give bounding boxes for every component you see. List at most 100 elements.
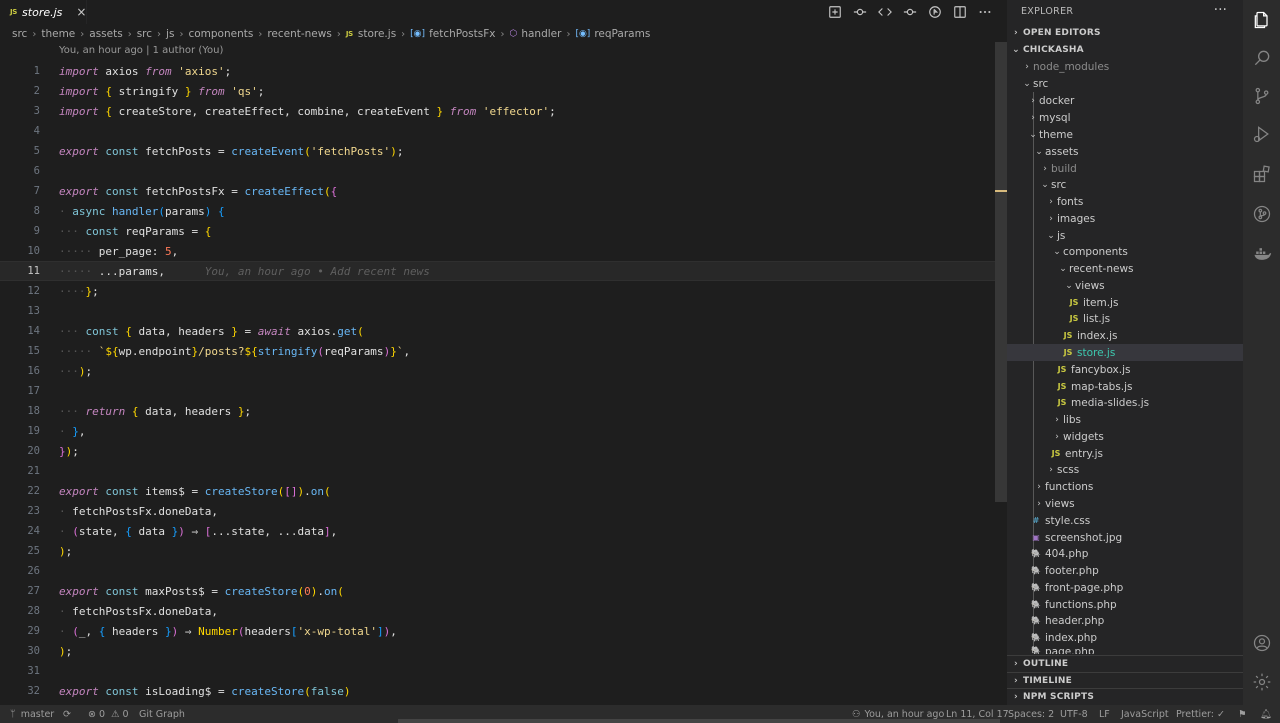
- breadcrumb-item[interactable]: components: [188, 28, 253, 40]
- breadcrumb-item[interactable]: theme: [41, 28, 75, 40]
- tree-folder[interactable]: › views: [1007, 495, 1243, 512]
- tree-file[interactable]: 🐘 front-page.php: [1007, 579, 1243, 596]
- tree-folder[interactable]: › scss: [1007, 461, 1243, 478]
- tree-file[interactable]: 🐘 header.php: [1007, 612, 1243, 629]
- git-graph-icon[interactable]: [1243, 194, 1280, 234]
- branch-status[interactable]: ᛘ master: [10, 705, 54, 723]
- source-control-icon[interactable]: [1243, 76, 1280, 116]
- code-line-current[interactable]: 11 ····· ...params, You, an hour ago • Ad…: [0, 261, 995, 281]
- code-line[interactable]: 18 ··· return { data, headers };: [0, 401, 995, 421]
- tab-store-js[interactable]: JS store.js ×: [0, 0, 87, 24]
- previous-change-icon[interactable]: [851, 4, 868, 20]
- code-line[interactable]: 3 import { createStore, createEffect, com…: [0, 101, 995, 121]
- code-line[interactable]: 17: [0, 381, 995, 401]
- code-line[interactable]: 6: [0, 161, 995, 181]
- open-changes-icon[interactable]: [826, 4, 843, 20]
- code-line[interactable]: 10 ····· per_page: 5,: [0, 241, 995, 261]
- tree-folder[interactable]: ⌄ src: [1007, 75, 1243, 92]
- tree-file[interactable]: 🐘 functions.php: [1007, 596, 1243, 613]
- prettier-status[interactable]: Prettier: ✓: [1176, 705, 1225, 723]
- breadcrumb-item[interactable]: assets: [89, 28, 122, 40]
- git-compare-icon[interactable]: [901, 4, 918, 20]
- code-line[interactable]: 21: [0, 461, 995, 481]
- tree-file[interactable]: 🐘 page.php: [1007, 646, 1243, 654]
- breadcrumb-symbol[interactable]: ⬡ handler: [509, 28, 561, 40]
- tree-file[interactable]: JS index.js: [1007, 327, 1243, 344]
- blame-status[interactable]: ⚇ You, an hour ago: [852, 705, 944, 723]
- section-project[interactable]: ⌄ CHICKASHA: [1007, 41, 1243, 58]
- code-line[interactable]: 2 import { stringify } from 'qs';: [0, 81, 995, 101]
- breadcrumb-item[interactable]: js: [166, 28, 174, 40]
- tree-folder[interactable]: ⌄ theme: [1007, 126, 1243, 143]
- more-actions-icon[interactable]: ···: [1214, 2, 1227, 18]
- code-line[interactable]: 25);: [0, 541, 995, 561]
- tree-file[interactable]: JS fancybox.js: [1007, 361, 1243, 378]
- breadcrumb-item[interactable]: src: [12, 28, 27, 40]
- code-line[interactable]: 19 · },: [0, 421, 995, 441]
- tree-folder[interactable]: › mysql: [1007, 109, 1243, 126]
- code-line[interactable]: 29 · (_, { headers }) ⇒ Number(headers['x…: [0, 621, 995, 641]
- tree-file[interactable]: JS map-tabs.js: [1007, 378, 1243, 395]
- code-line[interactable]: 4: [0, 121, 995, 141]
- search-icon[interactable]: [1243, 38, 1280, 78]
- tree-folder[interactable]: › widgets: [1007, 428, 1243, 445]
- tree-folder[interactable]: › fonts: [1007, 193, 1243, 210]
- section-outline[interactable]: › OUTLINE: [1007, 655, 1243, 672]
- code-line[interactable]: 20});: [0, 441, 995, 461]
- section-timeline[interactable]: › TIMELINE: [1007, 672, 1243, 689]
- tree-file[interactable]: 🐘 404.php: [1007, 545, 1243, 562]
- tree-folder[interactable]: ⌄ src: [1007, 176, 1243, 193]
- code-line[interactable]: 23 · fetchPostsFx.doneData,: [0, 501, 995, 521]
- tree-folder[interactable]: › build: [1007, 160, 1243, 177]
- tree-file-selected[interactable]: JS store.js: [1007, 344, 1243, 361]
- close-icon[interactable]: ×: [76, 5, 86, 19]
- tree-file[interactable]: ▣ screenshot.jpg: [1007, 529, 1243, 546]
- section-open-editors[interactable]: › OPEN EDITORS: [1007, 24, 1243, 41]
- run-debug-icon[interactable]: [1243, 114, 1280, 154]
- vertical-scrollbar[interactable]: [995, 42, 1007, 502]
- breadcrumb-symbol[interactable]: [◉] reqParams: [575, 28, 650, 40]
- extensions-icon[interactable]: [1243, 154, 1280, 194]
- code-line[interactable]: 27 export const maxPosts$ = createStore(0…: [0, 581, 995, 601]
- tree-folder[interactable]: › functions: [1007, 478, 1243, 495]
- tree-file[interactable]: 🐘 footer.php: [1007, 562, 1243, 579]
- code-line[interactable]: 22 export const items$ = createStore([]).…: [0, 481, 995, 501]
- account-icon[interactable]: [1243, 623, 1280, 663]
- code-line[interactable]: 9 ··· const reqParams = {: [0, 221, 995, 241]
- tree-file[interactable]: JS entry.js: [1007, 445, 1243, 462]
- indentation[interactable]: Spaces: 2: [1008, 705, 1054, 723]
- codelens-blame[interactable]: You, an hour ago | 1 author (You): [59, 45, 223, 56]
- code-line[interactable]: 15 ····· `${wp.endpoint}/posts?${stringif…: [0, 341, 995, 361]
- feedback-icon[interactable]: ⚑: [1238, 705, 1247, 723]
- code-line[interactable]: 16 ···);: [0, 361, 995, 381]
- code-line[interactable]: 24 · (state, { data }) ⇒ [...state, ...da…: [0, 521, 995, 541]
- code-line[interactable]: 5 export const fetchPosts = createEvent('…: [0, 141, 995, 161]
- gear-icon[interactable]: [1243, 662, 1280, 702]
- line-ending[interactable]: LF: [1099, 705, 1110, 723]
- more-actions-icon[interactable]: [976, 4, 993, 20]
- tree-folder[interactable]: › docker: [1007, 92, 1243, 109]
- cursor-position[interactable]: Ln 11, Col 17: [946, 705, 1009, 723]
- section-npm-scripts[interactable]: › NPM SCRIPTS: [1007, 688, 1243, 705]
- tree-file[interactable]: # style.css: [1007, 512, 1243, 529]
- docker-icon[interactable]: [1243, 234, 1280, 274]
- split-editor-icon[interactable]: [951, 4, 968, 20]
- tree-folder[interactable]: ⌄ js: [1007, 227, 1243, 244]
- code-line[interactable]: 7 export const fetchPostsFx = createEffec…: [0, 181, 995, 201]
- problems-status[interactable]: ⊗ 0 ⚠ 0: [88, 705, 129, 723]
- breadcrumb-file[interactable]: JS store.js: [346, 28, 396, 40]
- tree-folder[interactable]: › node_modules: [1007, 58, 1243, 75]
- next-change-icon[interactable]: [876, 4, 893, 20]
- files-icon[interactable]: [1243, 0, 1280, 40]
- tree-folder[interactable]: › libs: [1007, 411, 1243, 428]
- code-line[interactable]: 32 export const isLoading$ = createStore(…: [0, 681, 995, 701]
- encoding[interactable]: UTF-8: [1060, 705, 1088, 723]
- code-line[interactable]: 12 ····};: [0, 281, 995, 301]
- tree-file[interactable]: JS item.js: [1007, 294, 1243, 311]
- code-line[interactable]: 31: [0, 661, 995, 681]
- tree-file[interactable]: JS list.js: [1007, 310, 1243, 327]
- tree-folder[interactable]: ⌄ components: [1007, 243, 1243, 260]
- code-line[interactable]: 28 · fetchPostsFx.doneData,: [0, 601, 995, 621]
- tree-folder[interactable]: ⌄ views: [1007, 277, 1243, 294]
- tree-folder[interactable]: ⌄ assets: [1007, 143, 1243, 160]
